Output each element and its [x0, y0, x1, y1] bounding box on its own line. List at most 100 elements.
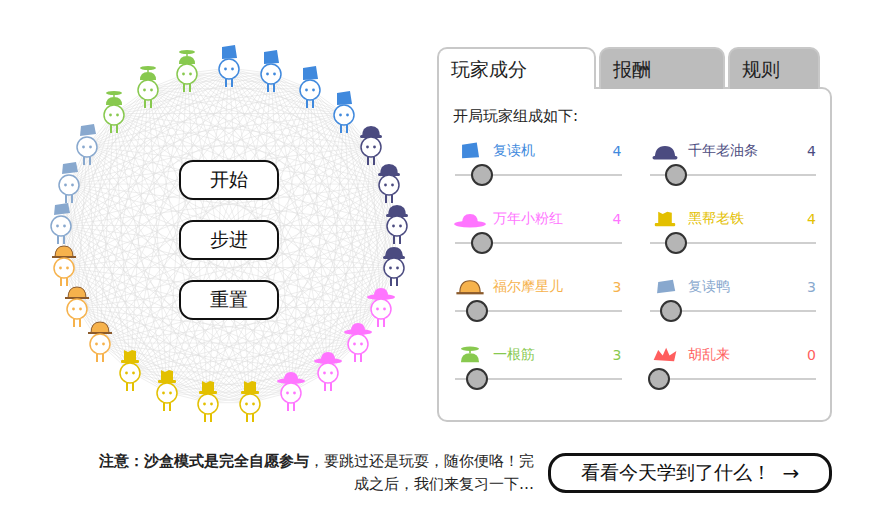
strategy-count: 4 — [807, 211, 816, 227]
strategy-item: 福尔摩星儿3 — [453, 276, 622, 322]
strategy-slider[interactable] — [650, 232, 817, 254]
player — [374, 160, 404, 206]
hat-icon — [62, 162, 78, 174]
slider-knob[interactable] — [466, 300, 488, 322]
hat-icon — [52, 246, 76, 257]
hat-icon — [648, 344, 682, 366]
player-icon — [214, 44, 244, 90]
player-icon — [99, 90, 129, 136]
player — [85, 319, 115, 365]
strategy-header: 复读鸭3 — [648, 276, 817, 298]
player — [356, 122, 386, 168]
strategy-slider[interactable] — [650, 300, 817, 322]
hat-icon — [360, 126, 382, 138]
player-icon — [374, 160, 404, 206]
player — [235, 379, 265, 425]
hat-icon — [222, 45, 237, 59]
hat-icon — [344, 323, 372, 335]
player-icon — [85, 319, 115, 365]
strategy-slider[interactable] — [455, 300, 622, 322]
slider-knob[interactable] — [648, 368, 670, 390]
sim-button[interactable]: 重置 — [179, 280, 279, 320]
strategy-header: 福尔摩星儿3 — [453, 276, 622, 298]
player-icon — [62, 284, 92, 330]
slider-knob[interactable] — [466, 368, 488, 390]
strategy-slider[interactable] — [650, 368, 817, 390]
hat-icon — [657, 280, 675, 294]
slider-knob[interactable] — [660, 300, 682, 322]
strategy-item: 复读鸭3 — [648, 276, 817, 322]
sim-button[interactable]: 开始 — [179, 160, 279, 200]
player-icon — [72, 122, 102, 168]
hat-icon — [241, 381, 259, 394]
hat-icon — [179, 50, 195, 64]
hat-icon — [65, 287, 89, 298]
strategy-header: 一根筋 3 — [453, 344, 622, 366]
strategy-name: 福尔摩星儿 — [493, 278, 607, 296]
sim-button[interactable]: 步进 — [179, 220, 279, 260]
hat-icon — [88, 322, 112, 333]
hat-icon — [648, 140, 682, 162]
player — [329, 90, 359, 136]
player-icon — [152, 368, 182, 414]
composition-heading: 开局玩家组成如下: — [453, 107, 816, 126]
tab[interactable]: 规则 — [728, 47, 820, 89]
player-icon — [49, 243, 79, 289]
strategy-header: 胡乱来0 — [648, 344, 817, 366]
hat-icon — [303, 66, 318, 80]
player-icon — [313, 348, 343, 394]
bottom-row: 注意：沙盒模式是完全自愿参与，要跳过还是玩耍，随你便咯！完成之后，我们来复习一下… — [0, 450, 875, 497]
tab[interactable]: 玩家成分 — [437, 47, 596, 89]
strategy-slider[interactable] — [455, 232, 622, 254]
strategy-grid: 复读机4千年老油条4万年小粉红4黑帮老铁4福尔摩星儿3复读鸭3一根筋3胡乱来0 — [453, 140, 816, 390]
player-icon — [343, 319, 373, 365]
slider-knob[interactable] — [665, 232, 687, 254]
strategy-slider[interactable] — [650, 164, 817, 186]
strategy-item: 胡乱来0 — [648, 344, 817, 390]
player-icon — [235, 379, 265, 425]
hat-icon — [453, 344, 487, 366]
hat-icon — [106, 91, 122, 105]
player — [115, 348, 145, 394]
strategy-slider[interactable] — [455, 164, 622, 186]
hat-icon — [264, 50, 279, 64]
player-icon — [172, 49, 202, 95]
slider-track — [650, 378, 817, 380]
strategy-slider[interactable] — [455, 368, 622, 390]
slider-knob[interactable] — [665, 164, 687, 186]
hat-icon — [158, 370, 176, 383]
player-icon — [256, 49, 286, 95]
panel-body: 开局玩家组成如下:复读机4千年老油条4万年小粉红4黑帮老铁4福尔摩星儿3复读鸭3… — [437, 87, 832, 422]
strategy-name: 一根筋 — [493, 346, 607, 364]
hat-icon — [648, 276, 682, 298]
hat-icon — [54, 203, 70, 215]
slider-knob[interactable] — [471, 232, 493, 254]
hat-icon — [367, 288, 395, 300]
slider-knob[interactable] — [471, 164, 493, 186]
hat-icon — [453, 140, 487, 162]
strategy-name: 黑帮老铁 — [688, 210, 802, 228]
player-icon — [295, 65, 325, 111]
strategy-count: 0 — [807, 347, 816, 363]
player-icon — [329, 90, 359, 136]
sim-controls: 开始步进重置 — [179, 160, 279, 320]
strategy-count: 4 — [613, 211, 622, 227]
strategy-count: 3 — [613, 347, 622, 363]
strategy-name: 复读机 — [493, 142, 607, 160]
player — [343, 319, 373, 365]
hat-icon — [456, 281, 483, 293]
hat-icon — [386, 205, 408, 217]
strategy-name: 千年老油条 — [688, 142, 802, 160]
tab[interactable]: 报酬 — [599, 47, 725, 89]
player — [193, 379, 223, 425]
strategy-header: 复读机4 — [453, 140, 622, 162]
sandbox-page: 开始步进重置玩家成分报酬规则开局玩家组成如下:复读机4千年老油条4万年小粉红4黑… — [0, 0, 875, 529]
player — [276, 368, 306, 414]
player — [62, 284, 92, 330]
player-icon — [133, 65, 163, 111]
player-icon — [276, 368, 306, 414]
arrow-icon: → — [783, 461, 800, 485]
next-button[interactable]: 看看今天学到了什么！→ — [548, 453, 832, 493]
strategy-count: 4 — [807, 143, 816, 159]
player-icon — [46, 201, 76, 247]
